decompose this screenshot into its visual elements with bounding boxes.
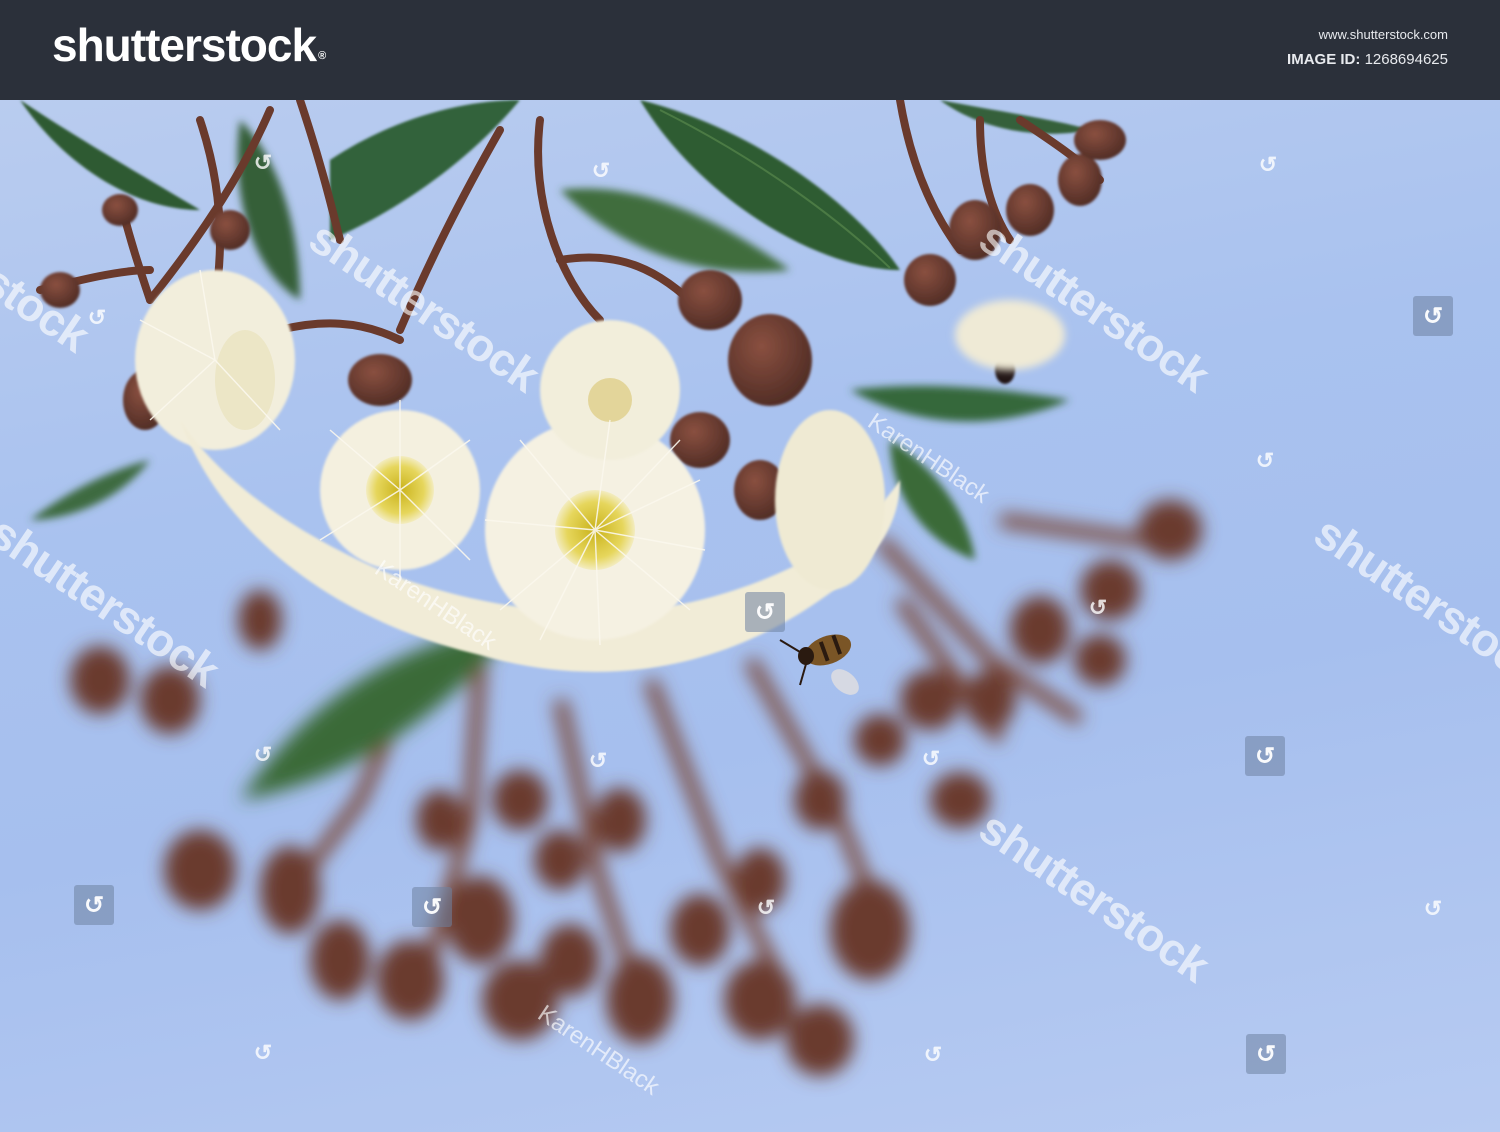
shutterstock-logo-icon: ↺ — [253, 1040, 273, 1065]
shutterstock-logo-icon: ↺ — [591, 158, 611, 183]
shutterstock-logo-icon: ↺ — [1255, 448, 1275, 473]
shutterstock-logo-icon: ↺ — [74, 885, 114, 925]
shutterstock-logo-icon: ↺ — [1423, 896, 1443, 921]
shutterstock-logo[interactable]: shutterstock ® — [52, 18, 326, 72]
site-url[interactable]: www.shutterstock.com — [1287, 26, 1448, 44]
image-id-value: 1268694625 — [1364, 51, 1448, 68]
shutterstock-logo-icon: ↺ — [1245, 736, 1285, 776]
top-bar: shutterstock ® www.shutterstock.com IMAG… — [0, 0, 1500, 100]
shutterstock-logo-icon: ↺ — [1246, 1034, 1286, 1074]
shutterstock-logo-icon: ↺ — [253, 742, 273, 767]
shutterstock-logo-icon: ↺ — [87, 305, 107, 330]
shutterstock-logo-icon: ↺ — [412, 887, 452, 927]
shutterstock-logo-icon: ↺ — [1258, 152, 1278, 177]
image-info: www.shutterstock.com IMAGE ID: 126869462… — [1287, 26, 1448, 70]
shutterstock-logo-icon: ↺ — [745, 592, 785, 632]
image-id: IMAGE ID: 1268694625 — [1287, 50, 1448, 70]
shutterstock-logo-icon: ↺ — [923, 1042, 943, 1067]
shutterstock-logo-icon: ↺ — [921, 746, 941, 771]
logo-text: shutterstock — [52, 19, 317, 71]
honey-bee — [779, 634, 859, 695]
stock-photo: shutterstock shutterstock shutterstock s… — [0, 100, 1500, 1132]
shutterstock-logo-icon: ↺ — [1088, 595, 1108, 620]
shutterstock-logo-icon: ↺ — [1413, 296, 1453, 336]
shutterstock-logo-icon: ↺ — [756, 895, 776, 920]
registered-mark: ® — [318, 50, 326, 62]
image-id-label: IMAGE ID: — [1287, 51, 1361, 68]
shutterstock-logo-icon: ↺ — [253, 150, 273, 175]
shutterstock-logo-icon: ↺ — [588, 748, 608, 773]
